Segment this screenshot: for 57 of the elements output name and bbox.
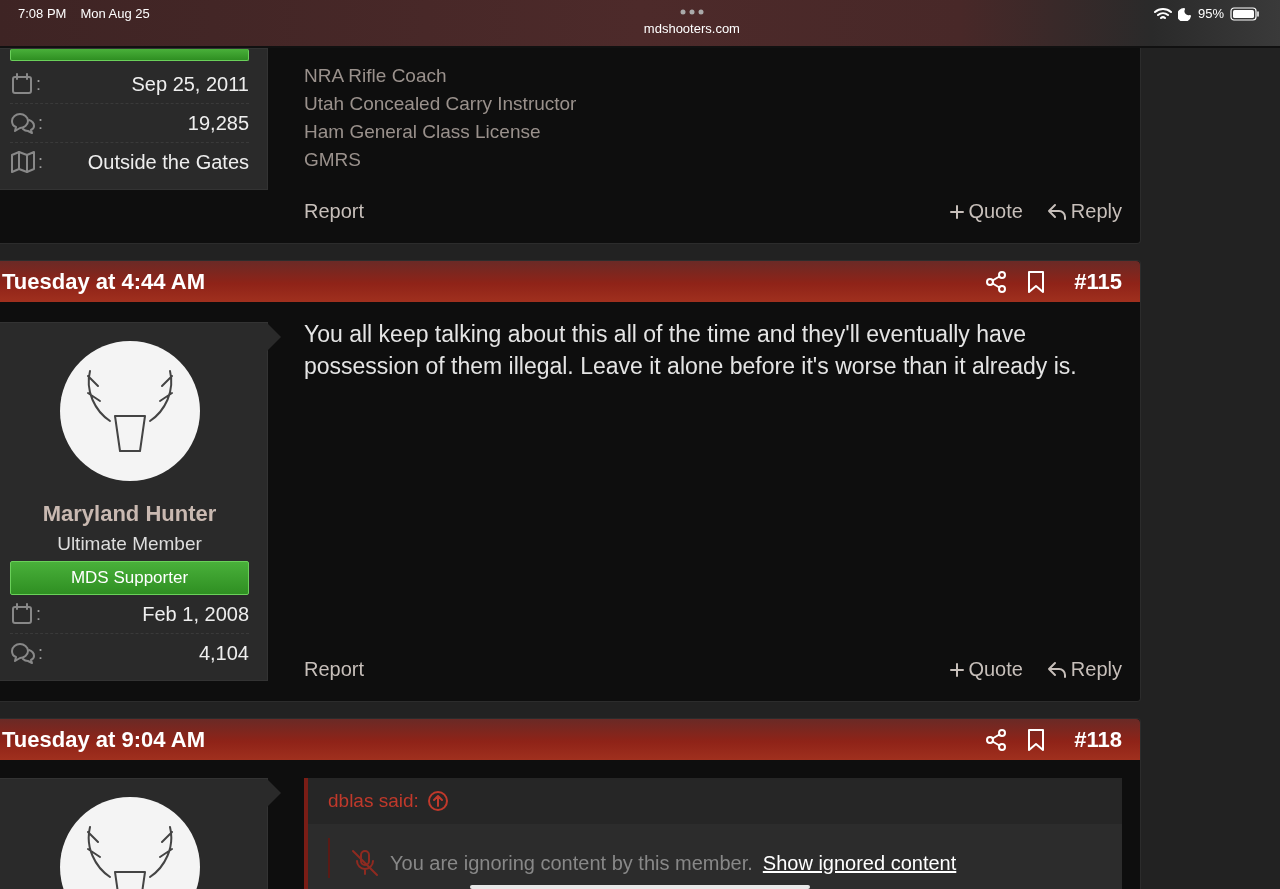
post-number[interactable]: #118 [1074,726,1122,753]
reply-arrow-icon [1046,660,1067,679]
battery-icon [1230,6,1260,21]
quote-link[interactable]: Quote [950,658,1023,681]
signature-line: NRA Rifle Coach [304,64,448,88]
up-arrow-circle-icon [426,790,449,812]
colon-text: : [36,603,41,625]
url-text[interactable]: mdshooters.com [643,21,740,36]
share-icon [984,269,1009,294]
colon-text: : [36,73,41,95]
post-number[interactable]: #115 [1074,268,1122,295]
stat-value: 4,104 [198,641,249,665]
report-link[interactable]: Report [304,200,365,223]
ignored-text: You are ignoring content by this member. [390,851,753,875]
colon-text: : [38,112,43,134]
post-date[interactable]: Tuesday at 9:04 AM [2,726,205,753]
share-button[interactable] [984,727,1009,752]
reply-link[interactable]: Reply [1046,658,1122,681]
signature-line: GMRS [304,148,362,172]
plus-icon [950,662,965,677]
show-ignored-link[interactable]: Show ignored content [762,851,957,875]
share-icon [984,727,1009,752]
reply-link[interactable]: Reply [1046,200,1122,223]
user-title: Ultimate Member [57,533,202,555]
stat-value: Outside the Gates [87,150,249,174]
user-banner: MDS Supporter [10,561,249,595]
calendar-icon [10,602,34,626]
post-date[interactable]: Tuesday at 4:44 AM [2,268,205,295]
stat-value: Sep 25, 2011 [131,72,249,96]
bookmark-button[interactable] [1026,727,1047,752]
moon-icon [1177,6,1192,21]
map-icon [10,150,36,174]
chat-bubbles-icon [10,111,36,135]
post-message: You all keep talking about this all of the time and they'll eventually have possession of them illegal. Leave it alone before it's worse than it already is. [304,320,1078,381]
muted-microphone-icon [350,848,380,878]
signature-line: Utah Concealed Carry Instructor [304,92,578,116]
clock-time: 7:08 PM [18,6,67,21]
username-link[interactable]: Maryland Hunter [42,501,217,527]
stat-value: Feb 1, 2008 [142,602,249,626]
bookmark-icon [1026,727,1047,752]
colon-text: : [38,151,43,173]
more-dots-icon [679,9,704,15]
signature-line: Ham General Class License [304,120,542,144]
colon-text: : [38,642,43,664]
reply-arrow-icon [1046,202,1067,221]
chat-bubbles-icon [10,641,36,665]
battery-percent: 95% [1197,6,1224,21]
status-date: Mon Aug 25 [80,6,150,21]
bookmark-icon [1026,269,1047,294]
calendar-icon [10,72,34,96]
report-link[interactable]: Report [304,658,365,681]
stat-value: 19,285 [187,111,249,135]
bookmark-button[interactable] [1026,269,1047,294]
plus-icon [950,204,965,219]
share-button[interactable] [984,269,1009,294]
quote-link[interactable]: Quote [950,200,1023,223]
wifi-icon [1153,6,1172,21]
